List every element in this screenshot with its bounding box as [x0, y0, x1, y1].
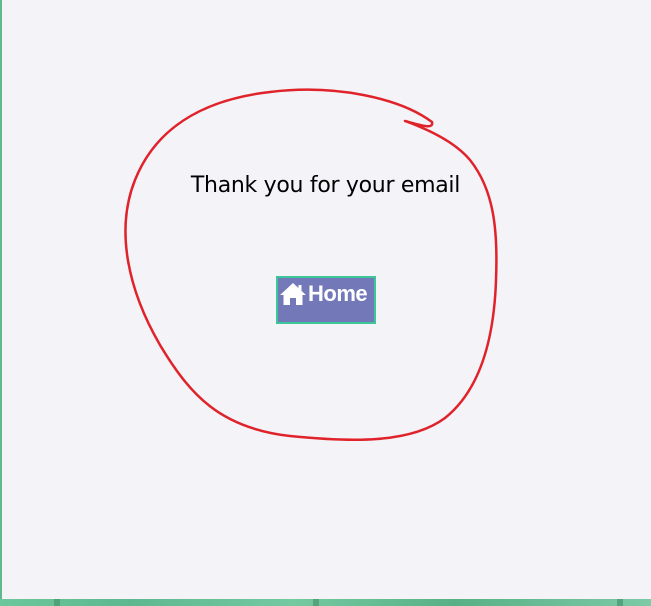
bottom-decorative-strip: [0, 599, 651, 606]
home-button-label: Home: [308, 281, 368, 306]
strip-mark: [617, 599, 623, 606]
strip-mark: [54, 599, 60, 606]
strip-mark: [313, 599, 319, 606]
thank-you-message: Thank you for your email: [190, 173, 461, 198]
left-edge-border: [0, 0, 2, 606]
home-button[interactable]: Home: [276, 276, 376, 324]
page: Thank you for your email Home: [0, 0, 651, 606]
home-icon: [279, 282, 307, 306]
